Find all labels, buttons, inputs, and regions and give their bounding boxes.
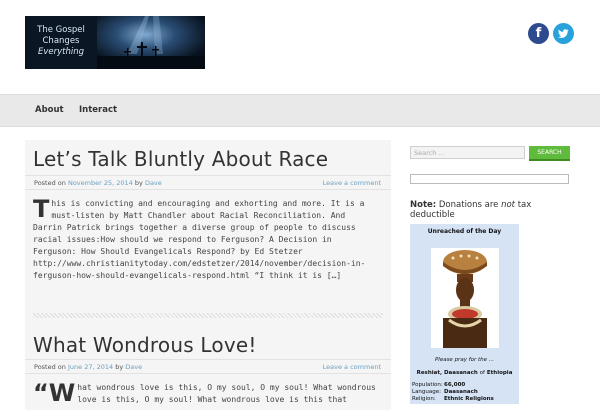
excerpt-text: hat wondrous love is this, O my soul, O … [77,383,376,404]
person-photo-image [431,248,499,348]
logo-line-1: The Gospel [37,25,85,35]
note-label: Note: [410,200,437,210]
leave-comment-link[interactable]: Leave a comment [323,363,381,371]
crosses-sky-image [97,16,205,69]
dropcap: T [33,195,50,223]
of-label: of [479,370,485,376]
stat-value: 66,000 [444,382,466,388]
people-group: Reshiat, Daasanach of Ethiopia [410,370,519,376]
post-author[interactable]: Dave [125,363,142,371]
excerpt-text: his is convicting and encouraging and ex… [33,199,366,280]
people-country: Ethiopia [486,370,513,376]
stat-label: Language: [412,389,441,395]
note-text-1: Donations are [438,200,502,210]
post-excerpt: “W hat wondrous love is this, O my soul, … [33,379,378,407]
unreached-title: Unreached of the Day [427,228,502,235]
logo-line-3: Everything [37,47,85,57]
post-divider [33,313,383,318]
post-byline: Posted on June 27, 2014 by Dave [34,363,142,371]
dropdown-select[interactable] [410,174,569,184]
post-meta: Posted on November 25, 2014 by Dave Leav… [25,175,391,190]
post-byline: Posted on November 25, 2014 by Dave [34,179,162,187]
nav-item-interact[interactable]: Interact [79,105,117,115]
post-date[interactable]: November 25, 2014 [68,179,133,187]
leave-comment-link[interactable]: Leave a comment [323,179,381,187]
dropcap: “W [33,379,76,407]
donation-note: Note: Donations are not tax deductible [410,200,570,220]
pray-text: Please pray for the ... [434,357,495,363]
posted-on-label: Posted on [34,363,66,371]
post-list: Let’s Talk Bluntly About Race Posted on … [25,140,391,410]
search-button[interactable]: SEARCH [529,146,570,159]
site-header: The Gospel Changes Everything f [0,0,600,94]
post-date[interactable]: June 27, 2014 [68,363,113,371]
stat-value: Ethnic Religions [444,396,494,402]
twitter-icon[interactable] [553,23,574,44]
posted-on-label: Posted on [34,179,66,187]
post-author[interactable]: Dave [145,179,162,187]
twitter-bird-icon [558,29,569,38]
logo-line-2: Changes [42,36,80,46]
stat-label: Population: [412,382,443,388]
logo-text: The Gospel Changes Everything [25,25,97,58]
by-label: by [115,363,124,371]
people-photo [431,248,499,348]
facebook-icon[interactable]: f [528,23,549,44]
stat-row: Language: Daasanach [412,389,494,396]
stat-row: Population:66,000 [412,382,494,389]
site-logo[interactable]: The Gospel Changes Everything [25,16,205,69]
sidebar: Search … SEARCH Note: Donations are not … [410,140,570,404]
nav-item-about[interactable]: About [35,105,64,115]
search-input[interactable]: Search … [410,146,525,159]
unreached-widget[interactable]: Unreached of the Day Please pray for the… [410,224,519,404]
note-text-emphasis: not [501,200,516,210]
post-title[interactable]: What Wondrous Love! [33,333,257,357]
post-meta: Posted on June 27, 2014 by Dave Leave a … [25,359,391,374]
main-nav: About Interact [0,94,600,127]
post-excerpt: This is convicting and encouraging and e… [33,195,378,282]
people-name: Reshiat, Daasanach [416,370,478,376]
post-title[interactable]: Let’s Talk Bluntly About Race [33,147,328,171]
by-label: by [134,179,143,187]
stat-value: Daasanach [444,389,478,395]
